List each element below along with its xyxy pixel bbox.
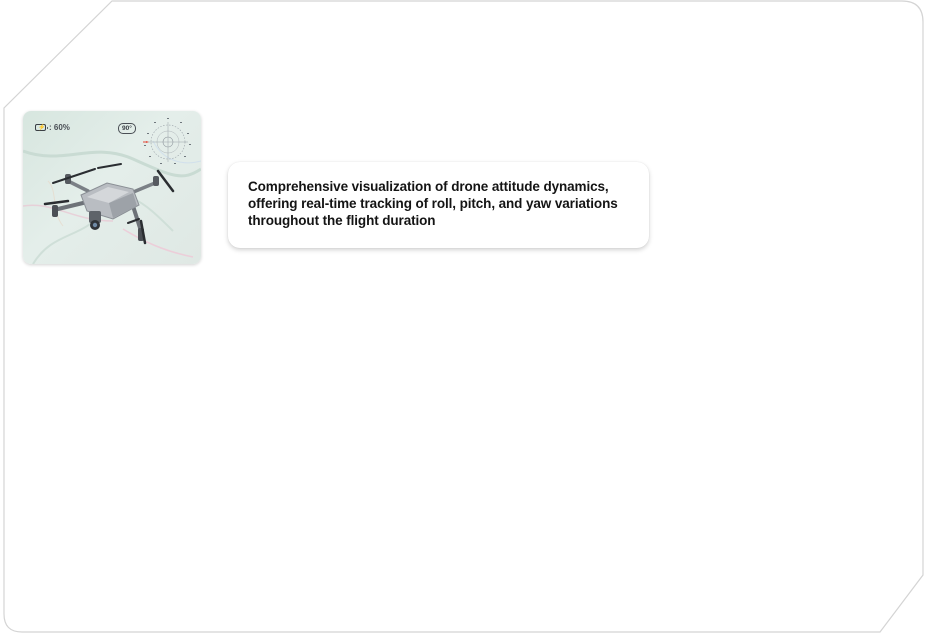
panel-frame <box>3 0 924 633</box>
drone-preview-card: ⚡ : 60% 90° <box>23 111 201 264</box>
caption-card: Comprehensive visualization of drone att… <box>228 162 649 248</box>
compass-icon <box>143 118 191 164</box>
caption-text: Comprehensive visualization of drone att… <box>248 179 618 228</box>
